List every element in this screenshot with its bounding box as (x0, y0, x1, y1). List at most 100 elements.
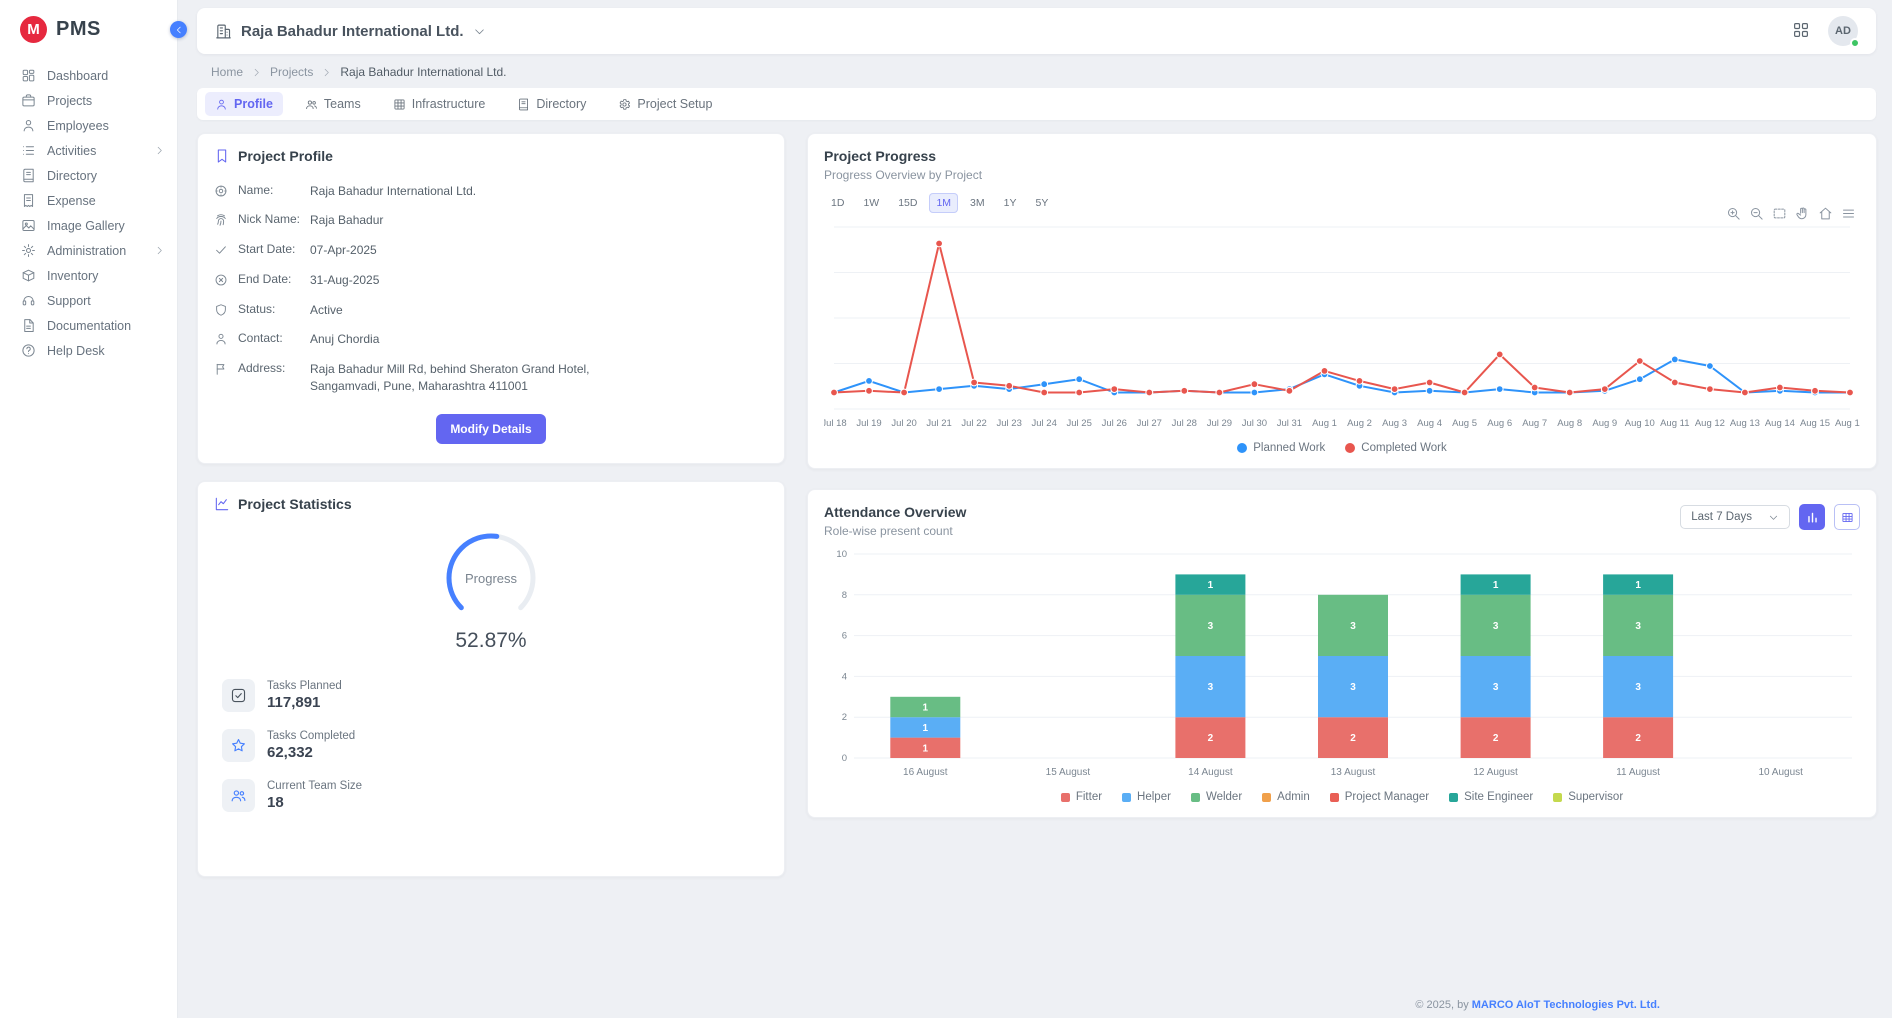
main-area: Raja Bahadur International Ltd. AD Home P… (178, 0, 1892, 1018)
attendance-bar-chart[interactable]: 024681011116 August15 August233114 Augus… (824, 546, 1860, 784)
svg-text:Aug 14: Aug 14 (1765, 418, 1795, 429)
tab-project-setup[interactable]: Project Setup (608, 92, 722, 116)
attendance-chart-legend: Fitter Helper Welder Admin Project Manager Si… (824, 791, 1860, 803)
breadcrumb-item-raja-bahadur-international-ltd: Raja Bahadur International Ltd. (340, 65, 506, 79)
range-button-1y[interactable]: 1Y (997, 193, 1024, 213)
sidebar-item-expense[interactable]: Expense (0, 188, 177, 213)
legend-site-engineer[interactable]: Site Engineer (1449, 791, 1533, 803)
star-icon (230, 737, 247, 754)
pan-icon[interactable] (1795, 206, 1810, 221)
svg-text:Jul 26: Jul 26 (1102, 418, 1127, 429)
range-button-1w[interactable]: 1W (856, 193, 886, 213)
legend-marker (1345, 443, 1355, 453)
sidebar-item-administration[interactable]: Administration (0, 238, 177, 263)
company-selector[interactable]: Raja Bahadur International Ltd. (215, 23, 486, 40)
legend-supervisor[interactable]: Supervisor (1553, 791, 1623, 803)
sidebar-item-activities[interactable]: Activities (0, 138, 177, 163)
sidebar-item-dashboard[interactable]: Dashboard (0, 63, 177, 88)
line-chart-icon (214, 496, 230, 512)
field-label: Contact: (238, 331, 300, 345)
sidebar-item-label: Documentation (47, 319, 131, 333)
building-icon (215, 23, 232, 40)
sidebar-item-documentation[interactable]: Documentation (0, 313, 177, 338)
sidebar-item-directory[interactable]: Directory (0, 163, 177, 188)
chart-toolbar (1726, 206, 1856, 221)
legend-planned-work[interactable]: Planned Work (1237, 442, 1325, 454)
field-label: Status: (238, 302, 300, 316)
svg-text:10: 10 (836, 549, 847, 560)
tab-directory[interactable]: Directory (507, 92, 596, 116)
range-button-1m[interactable]: 1M (929, 193, 958, 213)
range-button-15d[interactable]: 15D (891, 193, 924, 213)
zoom-out-icon[interactable] (1749, 206, 1764, 221)
stat-current-team-size: Current Team Size18 (222, 779, 768, 812)
field-value: 07-Apr-2025 (310, 242, 377, 259)
svg-text:Aug 11: Aug 11 (1660, 418, 1689, 429)
breadcrumb-item-home[interactable]: Home (211, 65, 243, 79)
sidebar-item-support[interactable]: Support (0, 288, 177, 313)
tab-profile[interactable]: Profile (205, 92, 283, 116)
svg-text:0: 0 (842, 753, 847, 764)
breadcrumb-item-projects[interactable]: Projects (270, 65, 313, 79)
svg-text:2: 2 (1635, 733, 1641, 744)
company-name: Raja Bahadur International Ltd. (241, 23, 464, 40)
menu-icon[interactable] (1841, 206, 1856, 221)
svg-text:Jul 24: Jul 24 (1032, 418, 1057, 429)
table-view-toggle[interactable] (1834, 504, 1860, 530)
chevron-down-icon (1768, 512, 1779, 523)
sidebar-item-help-desk[interactable]: Help Desk (0, 338, 177, 363)
legend-marker (1553, 793, 1562, 802)
svg-text:1: 1 (1208, 580, 1214, 591)
tab-infrastructure[interactable]: Infrastructure (383, 92, 496, 116)
legend-project-manager[interactable]: Project Manager (1330, 791, 1429, 803)
sidebar-item-label: Inventory (47, 269, 98, 283)
field-value: Raja Bahadur (310, 212, 383, 229)
home-icon[interactable] (1818, 206, 1833, 221)
sidebar-item-image-gallery[interactable]: Image Gallery (0, 213, 177, 238)
user-avatar[interactable]: AD (1828, 16, 1858, 46)
profile-field-contact: Contact:Anuj Chordia (214, 325, 768, 355)
svg-text:4: 4 (842, 671, 847, 682)
range-button-1d[interactable]: 1D (824, 193, 851, 213)
logo-text: PMS (56, 18, 101, 41)
selection-zoom-icon[interactable] (1772, 206, 1787, 221)
documentation-icon (21, 318, 36, 333)
app-logo[interactable]: M PMS (0, 0, 177, 57)
legend-fitter[interactable]: Fitter (1061, 791, 1102, 803)
legend-completed-work[interactable]: Completed Work (1345, 442, 1446, 454)
legend-label: Supervisor (1568, 791, 1623, 803)
footer-link[interactable]: MARCO AIoT Technologies Pvt. Ltd. (1472, 999, 1660, 1011)
apps-grid-button[interactable] (1792, 21, 1810, 42)
tab-label: Profile (234, 97, 273, 111)
sidebar-collapse-button[interactable] (170, 21, 187, 38)
statistics-list: Tasks Planned117,891Tasks Completed62,33… (214, 679, 768, 812)
date-range-select[interactable]: Last 7 Days (1680, 505, 1790, 529)
sidebar-item-inventory[interactable]: Inventory (0, 263, 177, 288)
sidebar-item-employees[interactable]: Employees (0, 113, 177, 138)
profile-field-start-date: Start Date:07-Apr-2025 (214, 236, 768, 266)
stat-icon-box (222, 729, 255, 762)
sidebar-nav: DashboardProjectsEmployeesActivitiesDire… (0, 57, 177, 363)
chart-view-toggle[interactable] (1799, 504, 1825, 530)
svg-text:Aug 8: Aug 8 (1557, 418, 1582, 429)
checkbox-icon (230, 687, 247, 704)
legend-admin[interactable]: Admin (1262, 791, 1310, 803)
tab-teams[interactable]: Teams (295, 92, 371, 116)
range-button-5y[interactable]: 5Y (1028, 193, 1055, 213)
legend-welder[interactable]: Welder (1191, 791, 1242, 803)
svg-text:11 August: 11 August (1616, 767, 1660, 778)
legend-helper[interactable]: Helper (1122, 791, 1171, 803)
progress-line-chart[interactable]: Jul 18Jul 19Jul 20Jul 21Jul 22Jul 23Jul … (824, 217, 1860, 435)
modify-details-button[interactable]: Modify Details (436, 414, 545, 444)
profile-field-nick-name: Nick Name:Raja Bahadur (214, 206, 768, 236)
chevron-right-icon (154, 245, 165, 256)
sidebar-item-projects[interactable]: Projects (0, 88, 177, 113)
range-button-3m[interactable]: 3M (963, 193, 992, 213)
tab-label: Project Setup (637, 97, 712, 111)
legend-label: Welder (1206, 791, 1242, 803)
svg-text:Aug 5: Aug 5 (1452, 418, 1477, 429)
top-header: Raja Bahadur International Ltd. AD (197, 8, 1876, 54)
statistics-card-title: Project Statistics (238, 496, 352, 512)
zoom-in-icon[interactable] (1726, 206, 1741, 221)
field-value: Active (310, 302, 343, 319)
